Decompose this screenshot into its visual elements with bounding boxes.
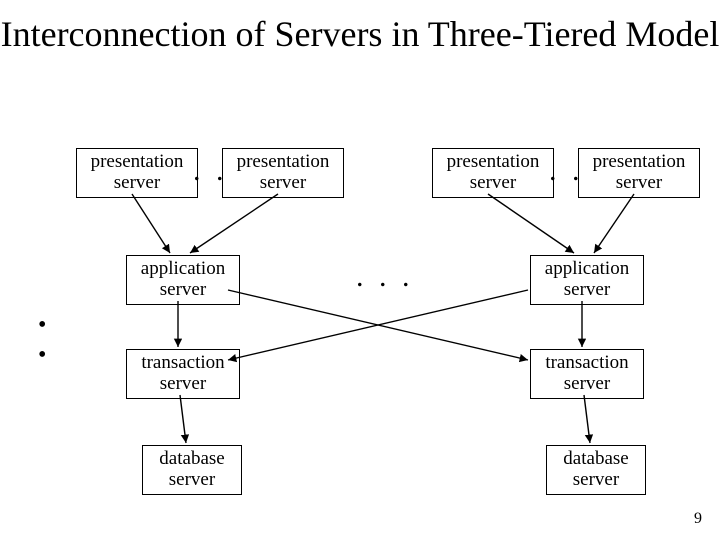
box-application-right: application server: [530, 255, 644, 305]
box-application-left: application server: [126, 255, 240, 305]
ellipsis-top-left: . .: [193, 156, 228, 186]
box-database-right: database server: [546, 445, 646, 495]
box-presentation-4: presentation server: [578, 148, 700, 198]
page-number: 9: [694, 510, 702, 528]
box-transaction-left: transaction server: [126, 349, 240, 399]
ellipsis-top-right: . .: [549, 156, 584, 186]
slide: Interconnection of Servers in Three-Tier…: [0, 0, 720, 540]
box-database-left: database server: [142, 445, 242, 495]
bullet-markers: ••: [38, 310, 46, 370]
ellipsis-middle: . . .: [356, 262, 414, 292]
slide-title: Interconnection of Servers in Three-Tier…: [0, 14, 720, 55]
box-presentation-1: presentation server: [76, 148, 198, 198]
box-transaction-right: transaction server: [530, 349, 644, 399]
box-presentation-3: presentation server: [432, 148, 554, 198]
box-presentation-2: presentation server: [222, 148, 344, 198]
